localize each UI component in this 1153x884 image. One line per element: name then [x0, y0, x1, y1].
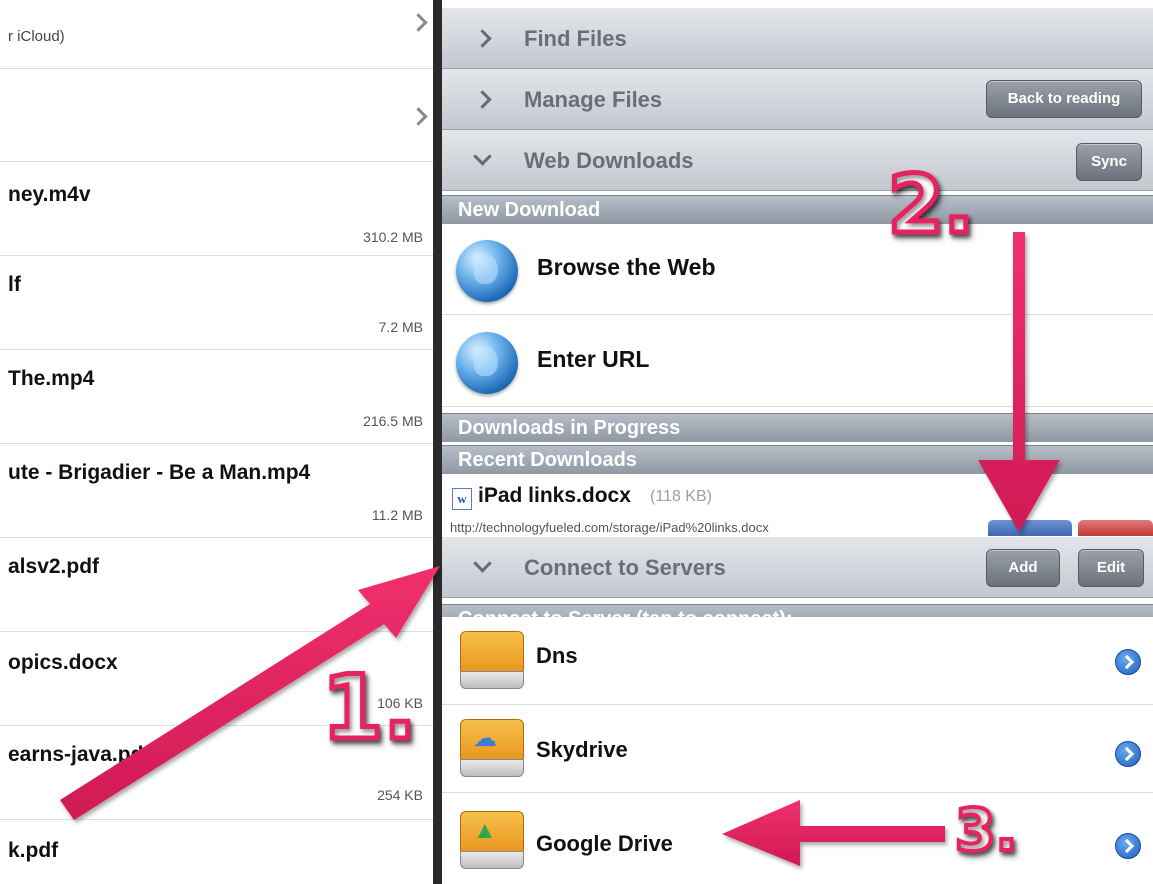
list-item[interactable]: alsv2.pdf: [0, 537, 433, 632]
globe-icon: [456, 240, 518, 302]
list-item[interactable]: ute - Brigadier - Be a Man.mp4 11.2 MB: [0, 443, 433, 538]
chevron-down-icon: [473, 147, 492, 166]
globe-icon: [456, 332, 518, 394]
list-item-size: 254 KB: [377, 787, 423, 803]
skydrive-drive-icon: ☁: [460, 719, 524, 777]
delete-download-button[interactable]: [1078, 520, 1153, 536]
list-item[interactable]: ney.m4v 310.2 MB: [0, 161, 433, 256]
share-download-button[interactable]: [988, 520, 1072, 536]
server-row-skydrive[interactable]: ☁ Skydrive: [442, 705, 1153, 793]
recent-filesize: (118 KB): [650, 488, 712, 505]
find-files-label: Find Files: [524, 26, 627, 51]
web-downloads-label: Web Downloads: [524, 148, 694, 173]
list-item-size: 11.2 MB: [371, 507, 423, 523]
enter-url-row[interactable]: Enter URL: [442, 316, 1153, 407]
list-item-size: 106 KB: [377, 695, 423, 711]
find-files-bar[interactable]: Find Files: [442, 8, 1153, 69]
word-doc-icon: w: [452, 488, 472, 510]
list-item-title: The.mp4: [8, 367, 95, 390]
disclosure-arrow-icon[interactable]: [1115, 833, 1141, 859]
server-name: Google Drive: [536, 831, 673, 856]
browse-web-row[interactable]: Browse the Web: [442, 224, 1153, 315]
disclosure-arrow-icon[interactable]: [1115, 649, 1141, 675]
list-item-size: 7.2 MB: [378, 319, 423, 335]
list-item-title: opics.docx: [8, 651, 118, 674]
server-row-dns[interactable]: Dns: [442, 617, 1153, 705]
recent-url: http://technologyfueled.com/storage/iPad…: [450, 520, 769, 535]
list-item-title: lf: [8, 273, 21, 296]
list-item-title: ute - Brigadier - Be a Man.mp4: [8, 461, 311, 484]
chevron-right-icon: [409, 107, 428, 126]
connect-to-servers-label: Connect to Servers: [524, 555, 726, 580]
recent-download-row[interactable]: w iPad links.docx (118 KB) http://techno…: [442, 474, 1153, 536]
recent-downloads-header: Recent Downloads: [442, 445, 1153, 474]
split-divider: [433, 0, 442, 884]
browse-web-label: Browse the Web: [537, 254, 716, 280]
list-item[interactable]: earns-java.pdf 254 KB: [0, 725, 433, 820]
recent-filename: iPad links.docx: [478, 484, 631, 507]
back-to-reading-button[interactable]: Back to reading: [986, 80, 1142, 118]
list-item-title: earns-java.pdf: [8, 743, 151, 766]
list-item-subtitle: r iCloud): [8, 28, 65, 45]
list-item[interactable]: The.mp4 216.5 MB: [0, 349, 433, 444]
enter-url-label: Enter URL: [537, 346, 650, 372]
new-download-header: New Download: [442, 195, 1153, 224]
list-item[interactable]: [0, 68, 433, 162]
sync-button[interactable]: Sync: [1076, 143, 1142, 181]
downloads-in-progress-header: Downloads in Progress: [442, 413, 1153, 442]
list-item-title: alsv2.pdf: [8, 555, 100, 578]
add-server-button[interactable]: Add: [986, 549, 1060, 587]
connect-to-servers-bar[interactable]: Connect to Servers Add Edit: [442, 537, 1153, 598]
chevron-down-icon: [473, 554, 492, 573]
google-drive-icon: ▲: [460, 811, 524, 869]
chevron-right-icon: [473, 90, 492, 109]
server-name: Skydrive: [536, 737, 628, 762]
web-downloads-bar[interactable]: Web Downloads Sync: [442, 130, 1153, 191]
list-item[interactable]: r iCloud): [0, 0, 433, 69]
disclosure-arrow-icon[interactable]: [1115, 741, 1141, 767]
chevron-right-icon: [473, 29, 492, 48]
list-item-size: 216.5 MB: [363, 413, 423, 429]
list-item-title: ney.m4v: [8, 183, 91, 206]
list-item-title: k.pdf: [8, 839, 59, 862]
manage-files-bar[interactable]: Manage Files Back to reading: [442, 69, 1153, 130]
chevron-right-icon: [409, 13, 428, 32]
sidebar-panel: Find Files Manage Files Back to reading …: [442, 0, 1153, 884]
list-item-size: 310.2 MB: [363, 229, 423, 245]
file-list-pane: r iCloud) ney.m4v 310.2 MB lf 7.2 MB The…: [0, 0, 433, 884]
edit-servers-button[interactable]: Edit: [1078, 549, 1144, 587]
folder-drive-icon: [460, 631, 524, 689]
list-item[interactable]: k.pdf: [0, 819, 433, 884]
manage-files-label: Manage Files: [524, 87, 663, 112]
list-item[interactable]: opics.docx 106 KB: [0, 631, 433, 726]
server-row-google-drive[interactable]: ▲ Google Drive: [442, 797, 1153, 884]
server-name: Dns: [536, 643, 578, 668]
list-item[interactable]: lf 7.2 MB: [0, 255, 433, 350]
